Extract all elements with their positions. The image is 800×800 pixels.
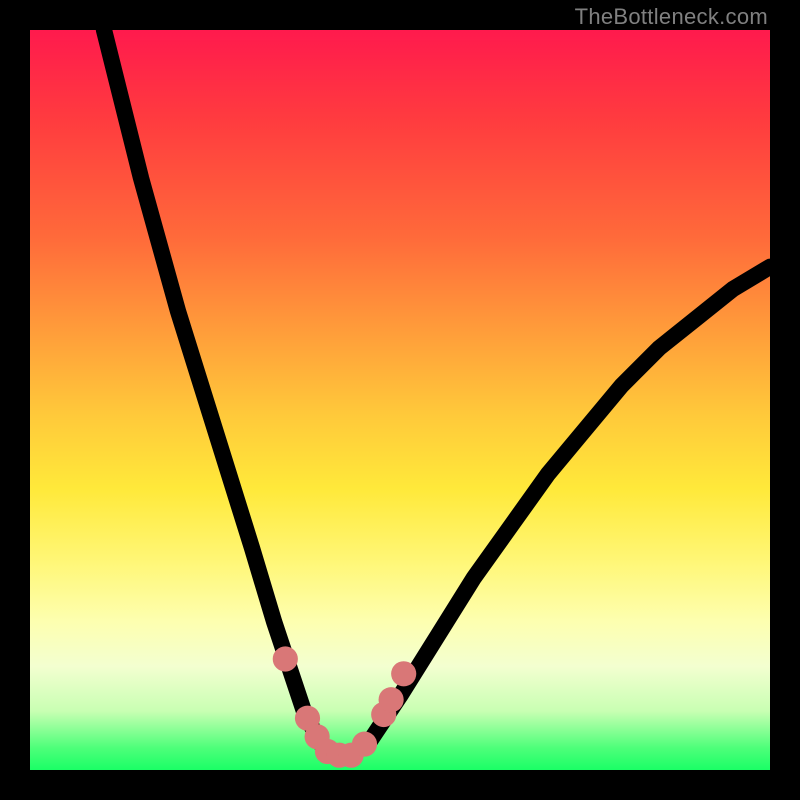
curve-marker bbox=[273, 646, 298, 671]
plot-area bbox=[30, 30, 770, 770]
curve-marker bbox=[379, 687, 404, 712]
curve-marker bbox=[352, 732, 377, 757]
curve-svg bbox=[30, 30, 770, 770]
chart-frame: TheBottleneck.com bbox=[0, 0, 800, 800]
attribution-text: TheBottleneck.com bbox=[575, 4, 768, 30]
curve-marker bbox=[391, 661, 416, 686]
bottleneck-curve bbox=[104, 30, 770, 755]
